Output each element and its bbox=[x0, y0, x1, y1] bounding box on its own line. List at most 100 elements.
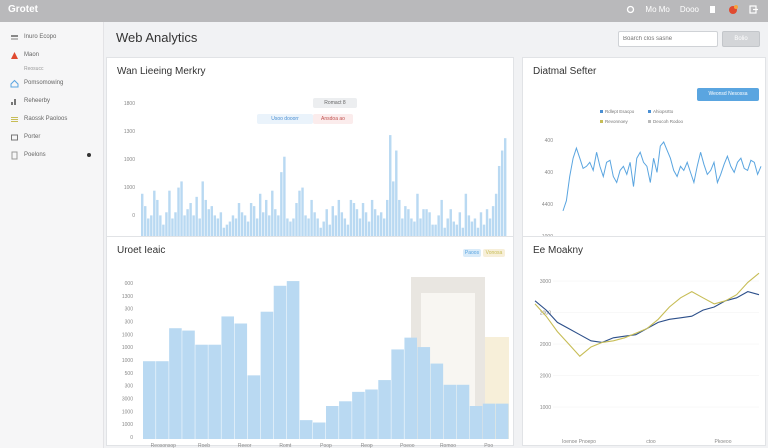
visits-bar bbox=[419, 218, 422, 237]
search-input[interactable] bbox=[618, 31, 718, 47]
direct-bar bbox=[273, 285, 287, 439]
visits-bar bbox=[425, 209, 428, 237]
sidebar: Inuro Ecopo Maon Reosucc Pomsomowing Reheerb… bbox=[0, 22, 104, 448]
visits-bar bbox=[153, 190, 156, 237]
distinct-legend-swatch bbox=[600, 120, 603, 123]
direct-x-label: Romoo bbox=[440, 443, 456, 448]
distinct-y-label: 400 bbox=[545, 138, 554, 144]
direct-bar bbox=[365, 389, 378, 439]
box-icon bbox=[10, 133, 19, 142]
direct-bar bbox=[417, 347, 431, 439]
visits-bar bbox=[470, 221, 474, 237]
visits-bar bbox=[268, 215, 271, 237]
visits-bar bbox=[392, 181, 395, 237]
visits-bar bbox=[243, 215, 247, 237]
visits-bar bbox=[389, 135, 392, 237]
visits-bar bbox=[407, 209, 410, 237]
sidebar-item-1[interactable]: Inuro Ecopo bbox=[0, 28, 103, 46]
visits-bar bbox=[213, 215, 217, 237]
top-menu-item-2[interactable]: Dooo bbox=[680, 5, 699, 14]
visits-bar bbox=[464, 193, 468, 237]
sidebar-item-5[interactable]: Reheerby bbox=[0, 92, 103, 110]
visits-bar bbox=[246, 221, 250, 237]
trends-x-label: Pkoeoo bbox=[715, 439, 732, 445]
visits-bar bbox=[370, 199, 374, 237]
visits-bar bbox=[277, 215, 280, 237]
distinct-legend-label: Ahiopsrtto bbox=[653, 109, 674, 114]
trends-y-label: 2000 bbox=[540, 374, 551, 380]
sidebar-item-label: Pomsomowing bbox=[24, 80, 64, 86]
mug-icon[interactable] bbox=[709, 5, 717, 14]
visits-bar bbox=[150, 215, 153, 237]
visits-bar bbox=[180, 181, 183, 237]
visits-y-label: 1300 bbox=[124, 129, 135, 135]
visits-bar bbox=[325, 209, 328, 237]
exit-icon[interactable] bbox=[749, 5, 758, 14]
circle-icon[interactable] bbox=[626, 5, 635, 14]
direct-x-label: Poeoo bbox=[400, 443, 415, 448]
visits-bar bbox=[201, 181, 204, 237]
top-right-tools: Mo Mo Dooo bbox=[626, 4, 758, 15]
distinct-legend-swatch bbox=[648, 120, 651, 123]
direct-bar bbox=[286, 281, 300, 439]
top-menu-item-1[interactable]: Mo Mo bbox=[645, 5, 669, 14]
visits-bar bbox=[500, 150, 504, 237]
visits-bar bbox=[488, 218, 492, 237]
visits-bar bbox=[192, 215, 195, 237]
direct-bar bbox=[182, 330, 195, 439]
search-button[interactable]: Bolio bbox=[722, 31, 760, 47]
visits-bar bbox=[189, 203, 192, 237]
sidebar-item-label: Porter bbox=[24, 134, 41, 140]
visits-bar bbox=[437, 215, 440, 237]
sidebar-item-2[interactable]: Maon bbox=[0, 46, 103, 64]
visits-card: Wan Lieeing Merkry Romact 8 Usoo dooorr … bbox=[106, 57, 514, 253]
visits-bar bbox=[361, 203, 365, 237]
alert-icon bbox=[10, 51, 19, 60]
distinct-legend-label: Revonnoey bbox=[605, 119, 629, 124]
visits-bar bbox=[334, 215, 338, 237]
visits-bar bbox=[358, 218, 362, 237]
visits-bar bbox=[416, 193, 419, 237]
visits-bar bbox=[343, 218, 347, 237]
direct-chart: 000 1300 300 300 1000 1000 1000 500 300 3000 1000 1… bbox=[122, 277, 509, 448]
direct-bar bbox=[156, 361, 169, 439]
page-title: Web Analytics bbox=[116, 30, 198, 45]
visits-y-label: 0 bbox=[132, 213, 135, 219]
visits-bar bbox=[301, 187, 304, 237]
direct-bar bbox=[221, 316, 234, 439]
sidebar-item-8[interactable]: Poelons bbox=[0, 146, 103, 164]
direct-bar bbox=[247, 375, 261, 439]
sidebar-item-6[interactable]: Raossk Paoloos bbox=[0, 110, 103, 128]
sidebar-item-4[interactable]: Pomsomowing bbox=[0, 74, 103, 92]
alert-icon[interactable] bbox=[727, 4, 739, 15]
visits-bar bbox=[171, 218, 174, 237]
direct-y-label: 0 bbox=[130, 435, 133, 441]
visits-bar bbox=[352, 203, 356, 237]
visits-bar bbox=[310, 199, 313, 237]
top-bar: Grotet Mo Mo Dooo bbox=[0, 0, 768, 22]
direct-bar bbox=[169, 328, 182, 439]
visits-bar bbox=[331, 206, 334, 237]
visits-bar bbox=[219, 212, 223, 237]
direct-x-label: Poop bbox=[320, 443, 332, 448]
visits-bar bbox=[210, 206, 213, 237]
trends-chart: 30002000200020001000Ioenoe Pnoepo ctoo Pko… bbox=[534, 272, 760, 445]
distinct-legend-label: Rdlept Esacpo bbox=[605, 109, 635, 114]
direct-y-label: 000 bbox=[125, 281, 134, 287]
visits-bar bbox=[467, 215, 471, 237]
sidebar-item-3[interactable]: Reosucc bbox=[0, 64, 103, 74]
visits-bar bbox=[274, 209, 277, 237]
direct-bar bbox=[443, 384, 457, 439]
layers-icon bbox=[10, 33, 19, 42]
visits-bar bbox=[265, 199, 268, 237]
visits-bar bbox=[449, 209, 452, 237]
visits-bar bbox=[503, 138, 507, 237]
sidebar-item-7[interactable]: Porter bbox=[0, 128, 103, 146]
trends-card: Ee Moakny 3000 2000 2000 2000 1000 Ioenoe Pno… bbox=[522, 236, 766, 446]
visits-bar bbox=[304, 215, 307, 237]
collapse-dot-icon[interactable] bbox=[87, 153, 91, 157]
direct-bar bbox=[404, 337, 417, 439]
visits-bar bbox=[159, 215, 162, 237]
home-icon bbox=[10, 79, 19, 88]
visits-bar bbox=[367, 221, 371, 237]
